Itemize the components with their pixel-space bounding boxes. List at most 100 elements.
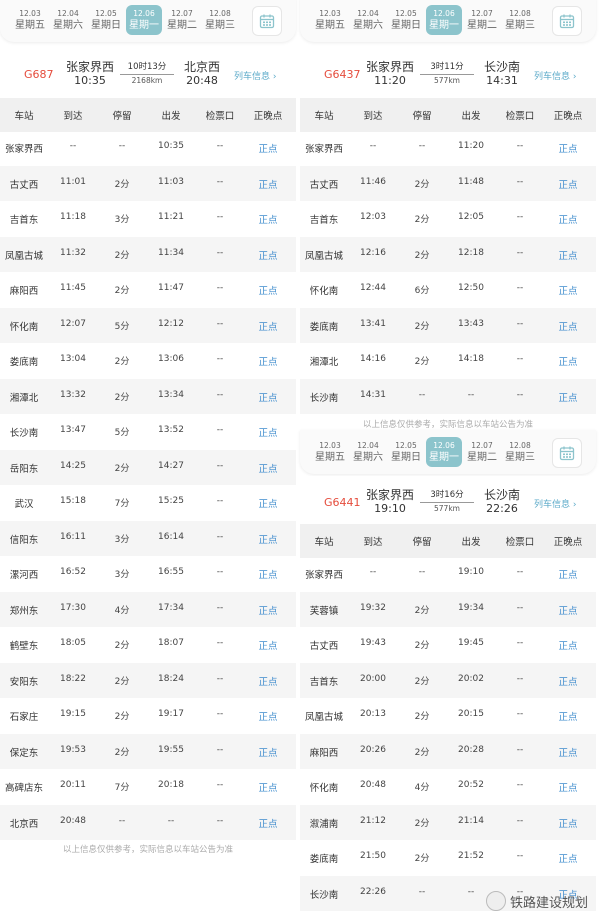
date-label: 12.07 bbox=[471, 441, 493, 450]
date-tab-12.08[interactable]: 12.08 星期三 bbox=[502, 437, 538, 464]
date-tab-12.04[interactable]: 12.04 星期六 bbox=[50, 5, 86, 32]
date-tab-12.03[interactable]: 12.03 星期五 bbox=[12, 5, 48, 32]
date-tab-12.08[interactable]: 12.08 星期三 bbox=[202, 5, 238, 32]
punctuality-status: 正点 bbox=[258, 250, 278, 262]
arrival-time: 16:11 bbox=[60, 531, 86, 542]
stop-duration: 2分 bbox=[414, 712, 430, 722]
train-panel-g687: 12.03 星期五 12.04 星期六 12.05 星期日 12.06 星期一 12.07 星期二… bbox=[0, 0, 296, 923]
table-row: 怀化南 12:07 5分 12:12 -- 正点 bbox=[0, 307, 296, 343]
weekday-label: 星期六 bbox=[53, 20, 83, 31]
calendar-button[interactable] bbox=[552, 438, 582, 468]
departure-time: 18:07 bbox=[158, 638, 184, 648]
station-name: 芙蓉镇 bbox=[309, 605, 339, 617]
date-tab-12.04[interactable]: 12.04 星期六 bbox=[350, 437, 386, 464]
arrival-time: 11:45 bbox=[60, 283, 86, 293]
stop-duration: 7分 bbox=[114, 783, 130, 793]
arrival-time: 19:15 bbox=[60, 709, 86, 719]
weekday-label: 星期五 bbox=[315, 452, 345, 463]
column-header: 检票口 bbox=[205, 111, 235, 122]
train-info-link[interactable]: 列车信息 › bbox=[234, 69, 276, 82]
departure-time: 11:34 bbox=[158, 247, 184, 258]
punctuality-status: 正点 bbox=[558, 783, 578, 794]
departure-time: 19:17 bbox=[158, 709, 184, 719]
date-tab-12.03[interactable]: 12.03 星期五 bbox=[312, 437, 348, 464]
column-header: 出发 bbox=[461, 537, 481, 548]
gate: -- bbox=[516, 744, 524, 755]
station-name: 古丈西 bbox=[9, 179, 39, 191]
station-name: 古丈西 bbox=[309, 641, 339, 652]
punctuality-status: 正点 bbox=[258, 783, 278, 794]
arrival-time: 19:43 bbox=[360, 638, 386, 648]
date-tab-12.06[interactable]: 12.06 星期一 bbox=[126, 5, 162, 35]
punctuality-status: 正点 bbox=[558, 854, 578, 865]
punctuality-status: 正点 bbox=[258, 641, 278, 652]
gate: -- bbox=[216, 567, 224, 577]
stop-duration: 2分 bbox=[414, 854, 430, 864]
arrival-time: 18:05 bbox=[60, 638, 86, 648]
table-row: 鹤壁东 18:05 2分 18:07 -- 正点 bbox=[0, 627, 296, 663]
arrival-time: 11:18 bbox=[60, 212, 86, 222]
table-row: 岳阳东 14:25 2分 14:27 -- 正点 bbox=[0, 449, 296, 485]
destination-time: 20:48 bbox=[186, 74, 218, 87]
date-tab-12.05[interactable]: 12.05 星期日 bbox=[388, 437, 424, 464]
station-name: 武汉 bbox=[14, 499, 34, 510]
arrival-time: 20:00 bbox=[360, 673, 386, 684]
departure-time: 19:34 bbox=[458, 602, 484, 613]
column-header: 正晚点 bbox=[253, 111, 283, 122]
table-row: 张家界西 -- -- 19:10 -- 正点 bbox=[300, 556, 596, 592]
stop-duration: -- bbox=[118, 141, 126, 151]
train-number[interactable]: G6441 bbox=[324, 496, 361, 509]
table-row: 凤凰古城 20:13 2分 20:15 -- 正点 bbox=[300, 698, 596, 734]
stop-duration: 5分 bbox=[114, 428, 130, 438]
train-info-link[interactable]: 列车信息 › bbox=[534, 497, 576, 510]
calendar-button[interactable] bbox=[252, 6, 282, 36]
date-tab-12.07[interactable]: 12.07 星期二 bbox=[464, 437, 500, 464]
date-tab-12.06[interactable]: 12.06 星期一 bbox=[426, 437, 462, 467]
departure-time: 11:03 bbox=[158, 176, 184, 187]
punctuality-status: 正点 bbox=[258, 144, 278, 155]
punctuality-status: 正点 bbox=[558, 818, 578, 830]
table-row: 张家界西 -- -- 10:35 -- 正点 bbox=[0, 130, 296, 166]
station-name: 漯河西 bbox=[9, 570, 39, 581]
table-row: 武汉 15:18 7分 15:25 -- 正点 bbox=[0, 485, 296, 521]
punctuality-status: 正点 bbox=[558, 747, 578, 759]
punctuality-status: 正点 bbox=[258, 818, 278, 830]
table-row: 郑州东 17:30 4分 17:34 -- 正点 bbox=[0, 591, 296, 627]
date-tab-12.05[interactable]: 12.05 星期日 bbox=[88, 5, 124, 32]
arrival-time: 20:13 bbox=[360, 709, 386, 719]
table-row: 娄底南 13:04 2分 13:06 -- 正点 bbox=[0, 343, 296, 379]
departure-time: 19:45 bbox=[458, 638, 484, 648]
departure-time: 21:14 bbox=[458, 815, 484, 826]
departure-time: 17:34 bbox=[158, 602, 184, 613]
station-name: 麻阳西 bbox=[9, 286, 39, 297]
stop-duration: 7分 bbox=[114, 499, 130, 509]
departure-time: 20:28 bbox=[458, 744, 484, 755]
arrival-time: 20:26 bbox=[360, 744, 386, 755]
station-name: 溆浦南 bbox=[309, 818, 339, 830]
gate: -- bbox=[216, 176, 224, 187]
stop-duration: 2分 bbox=[414, 818, 430, 829]
stop-duration: 3分 bbox=[114, 215, 130, 225]
table-row: 安阳东 18:22 2分 18:24 -- 正点 bbox=[0, 662, 296, 698]
arrival-time: 11:01 bbox=[60, 176, 86, 187]
train-summary: G687 张家界西 10:35 10时13分 2168km 北京西 20:48 列车信息 › bbox=[0, 48, 296, 98]
train-number[interactable]: G687 bbox=[24, 68, 54, 81]
arrival-time: 14:25 bbox=[60, 460, 86, 471]
table-row: 古丈西 19:43 2分 19:45 -- 正点 bbox=[300, 627, 596, 663]
stop-duration: 2分 bbox=[414, 605, 430, 616]
station-name: 凤凰古城 bbox=[4, 250, 43, 262]
arrival-time: 19:32 bbox=[360, 602, 386, 613]
station-name: 怀化南 bbox=[9, 321, 39, 333]
gate: -- bbox=[516, 567, 524, 577]
punctuality-status: 正点 bbox=[258, 179, 278, 191]
table-row: 保定东 19:53 2分 19:55 -- 正点 bbox=[0, 733, 296, 769]
column-header: 车站 bbox=[314, 537, 334, 548]
gate: -- bbox=[516, 815, 524, 826]
arrival-time: 18:22 bbox=[60, 673, 86, 684]
origin-station: 张家界西 bbox=[365, 488, 414, 502]
gate: -- bbox=[216, 638, 224, 648]
date-tab-12.07[interactable]: 12.07 星期二 bbox=[164, 5, 200, 32]
weekday-label: 星期三 bbox=[205, 20, 235, 31]
column-header: 出发 bbox=[161, 111, 181, 122]
departure-time: 14:27 bbox=[158, 460, 184, 471]
